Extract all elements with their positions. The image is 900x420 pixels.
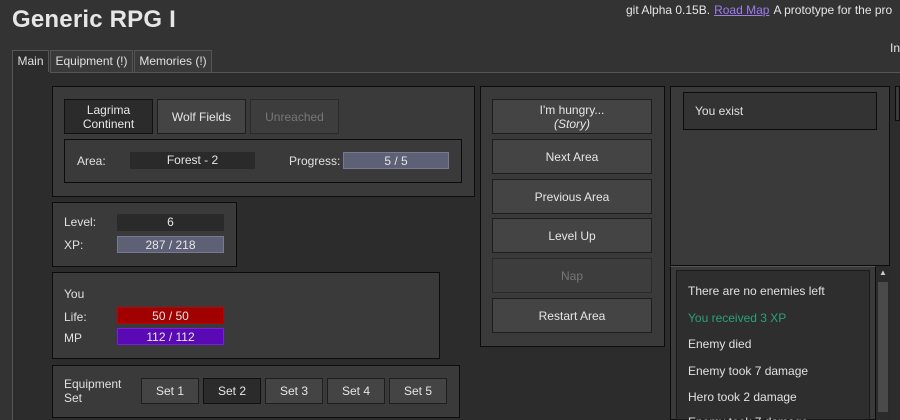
xp-label: XP: (64, 238, 84, 252)
equipment-set-4-button[interactable]: Set 4 (327, 378, 385, 404)
scroll-up-arrow-icon[interactable]: ▲ (878, 268, 888, 278)
progress-label: Progress: (289, 154, 341, 168)
log-item: There are no enemies left (688, 284, 825, 298)
equipment-set-2-button[interactable]: Set 2 (203, 378, 261, 404)
level-value: 6 (117, 214, 224, 231)
stats-heading: You (64, 287, 85, 301)
area-label: Area: (77, 154, 106, 168)
area-value: Forest - 2 (130, 152, 255, 169)
restart-area-button[interactable]: Restart Area (492, 298, 652, 333)
xp-value: 287 / 218 (145, 238, 196, 252)
previous-area-button[interactable]: Previous Area (492, 179, 652, 214)
tab-main[interactable]: Main (12, 50, 49, 73)
nap-button: Nap (492, 258, 652, 293)
life-label: Life: (64, 310, 87, 324)
equipment-set-1-button[interactable]: Set 1 (141, 378, 199, 404)
progress-bar: 5 / 5 (343, 152, 449, 169)
hungry-story-button[interactable]: I'm hungry... (Story) (492, 99, 652, 134)
xp-bar: 287 / 218 (117, 236, 224, 253)
zone-button-unreached: Unreached (250, 99, 339, 134)
mp-bar: 112 / 112 (117, 328, 224, 345)
equipment-set-label: Equipment Set (64, 377, 122, 405)
top-info: git Alpha 0.15B. Road Map A prototype for … (626, 3, 892, 17)
level-up-button[interactable]: Level Up (492, 218, 652, 253)
log-item: Hero took 2 damage (688, 390, 797, 404)
log-item: Enemy took 7 damage (688, 364, 809, 378)
progress-value: 5 / 5 (384, 154, 408, 168)
road-map-link[interactable]: Road Map (714, 3, 769, 17)
mp-value: 112 / 112 (146, 330, 195, 344)
equipment-set-3-button[interactable]: Set 3 (265, 378, 323, 404)
log-item: You received 3 XP (688, 311, 787, 325)
zone-button-wolf-fields[interactable]: Wolf Fields (157, 99, 246, 134)
hungry-sub-label: (Story) (554, 116, 590, 131)
log-item: Enemy took 7 damage (688, 415, 808, 420)
stats-panel (52, 272, 440, 359)
level-label: Level: (64, 215, 97, 229)
level-panel (52, 202, 237, 267)
scroll-thumb[interactable] (878, 282, 888, 412)
hungry-label: I'm hungry... (539, 102, 605, 117)
tab-equipment[interactable]: Equipment (!) (50, 50, 133, 72)
version-text: git Alpha 0.15B. (626, 3, 711, 17)
story-text: You exist (695, 104, 744, 118)
top-right-text: In (890, 41, 900, 55)
log-item: Enemy died (688, 337, 752, 351)
equipment-set-5-button[interactable]: Set 5 (389, 378, 447, 404)
tab-divider (50, 72, 900, 73)
tab-memories[interactable]: Memories (!) (134, 50, 212, 72)
life-value: 50 / 50 (152, 309, 189, 323)
mp-label: MP (64, 331, 82, 345)
life-bar: 50 / 50 (117, 307, 224, 324)
next-area-button[interactable]: Next Area (492, 139, 652, 174)
right-panel-edge (895, 86, 900, 121)
game-title: Generic RPG I (12, 6, 176, 33)
tagline: A prototype for the pro (773, 3, 893, 17)
zone-button-lagrima-continent[interactable]: Lagrima Continent (64, 99, 153, 134)
